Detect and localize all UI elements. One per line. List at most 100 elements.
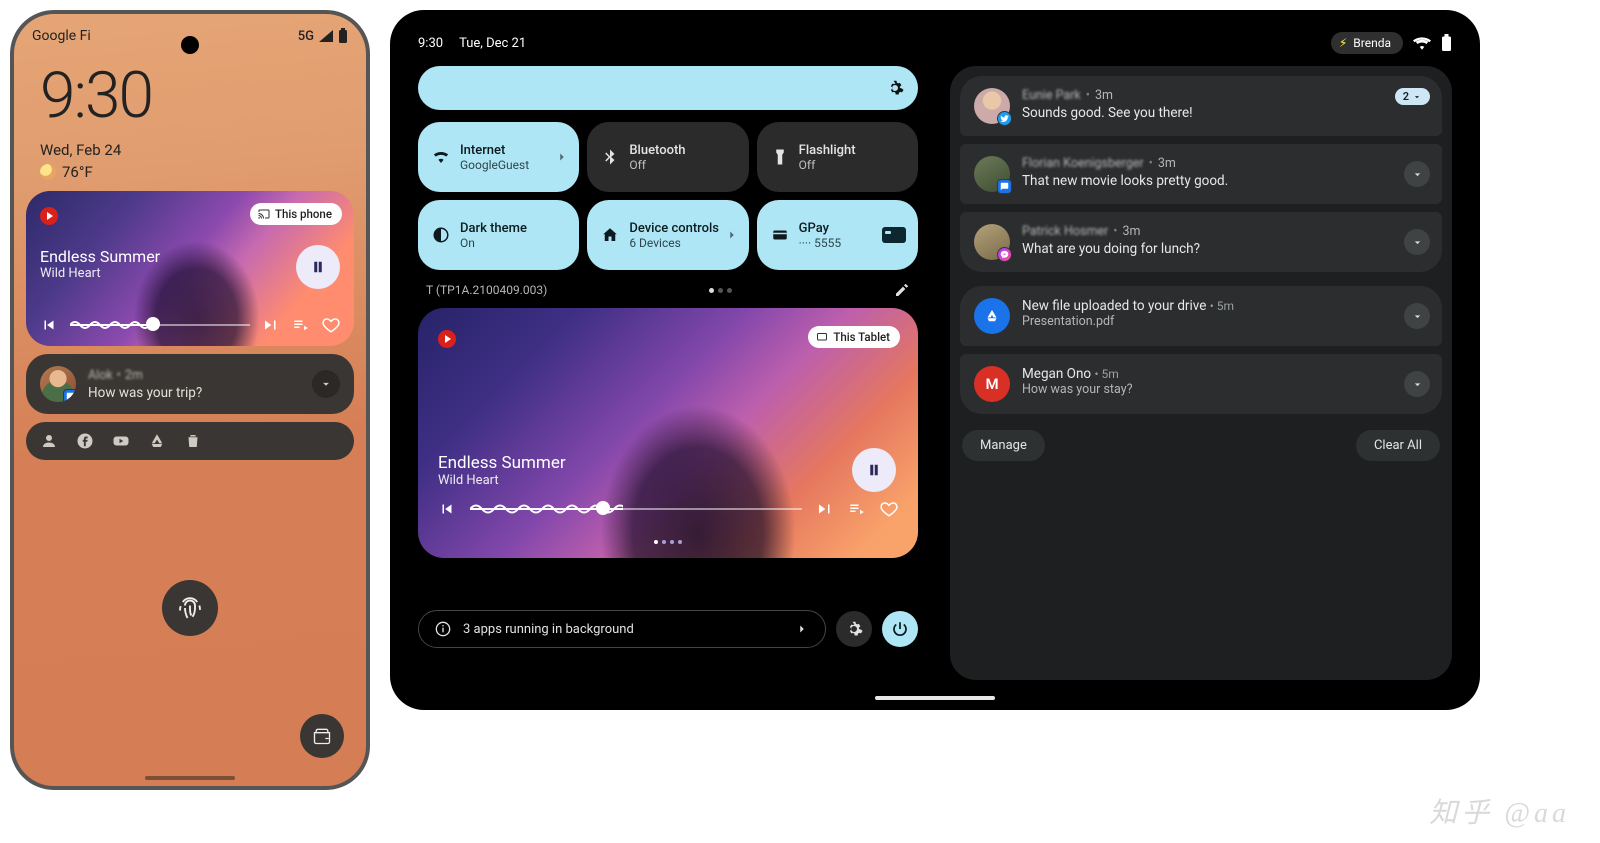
output-chip-label: This Tablet (833, 330, 890, 344)
signal-icon (318, 29, 334, 43)
expand-button[interactable] (1404, 161, 1430, 187)
nav-pill[interactable] (145, 776, 235, 780)
chat-badge-icon (997, 179, 1012, 194)
output-chip[interactable]: This Tablet (808, 326, 900, 348)
lockscreen-date: Wed, Feb 24 (40, 141, 340, 159)
track-title: Endless Summer (438, 453, 898, 473)
output-chip-label: This phone (275, 207, 332, 221)
queue-button[interactable] (848, 500, 866, 518)
queue-button[interactable] (292, 316, 310, 334)
build-number: T (TP1A.2100409.003) (426, 283, 547, 297)
youtube-music-icon (40, 207, 58, 225)
expand-button[interactable] (1404, 303, 1430, 329)
fingerprint-button[interactable] (162, 580, 218, 636)
messages-badge-icon (63, 389, 76, 402)
bolt-icon: ⚡︎ (1339, 36, 1347, 50)
drive-file-name: Presentation.pdf (1022, 314, 1388, 329)
flashlight-icon (771, 148, 789, 166)
youtube-music-icon (438, 330, 456, 348)
power-button[interactable] (882, 611, 918, 647)
brightness-settings-icon[interactable] (886, 79, 904, 97)
tile-gpay[interactable]: GPay···· 5555 (757, 200, 918, 270)
seek-bar[interactable] (70, 318, 250, 332)
notification-card[interactable]: Patrick Hosmer•3m What are you doing for… (960, 212, 1442, 272)
profile-icon (40, 432, 58, 450)
track-artist: Wild Heart (40, 266, 340, 281)
phone-frame: Google Fi 5G 9:30 Wed, Feb 24 76°F (10, 10, 370, 790)
info-icon (435, 621, 451, 637)
battery-icon (338, 28, 348, 44)
clear-all-button[interactable]: Clear All (1356, 430, 1440, 461)
track-title: Endless Summer (40, 247, 340, 266)
next-track-button[interactable] (816, 500, 834, 518)
sender-avatar (40, 366, 76, 402)
media-page-dots (654, 540, 682, 544)
manage-notifications-button[interactable]: Manage (962, 430, 1045, 461)
notification-card[interactable]: Florian Koenigsberger•3m That new movie … (960, 144, 1442, 204)
tile-internet[interactable]: InternetGoogleGuest (418, 122, 579, 192)
sender-avatar (974, 88, 1010, 124)
seek-bar[interactable] (470, 502, 802, 516)
background-apps-label: 3 apps running in background (463, 622, 634, 637)
notification-card-phone[interactable]: Alok•2m How was your trip? (26, 354, 354, 414)
page-indicator (709, 288, 732, 293)
mail-body: How was your stay? (1022, 382, 1388, 397)
notif-body: How was your trip? (88, 385, 300, 401)
chevron-right-icon (555, 150, 569, 164)
output-chip[interactable]: This phone (250, 203, 342, 225)
wifi-icon (432, 148, 450, 166)
media-card-phone[interactable]: This phone Endless Summer Wild Heart (26, 191, 354, 346)
background-apps-pill[interactable]: 3 apps running in background (418, 610, 826, 648)
favorite-button[interactable] (322, 316, 340, 334)
wallet-button[interactable] (300, 714, 344, 758)
delete-icon (184, 432, 202, 450)
drive-app-icon (974, 298, 1010, 334)
tablet-icon (816, 331, 828, 343)
status-time: 9:30 (418, 36, 443, 51)
lockscreen-temp: 76°F (62, 163, 93, 181)
user-switch-button[interactable]: ⚡︎ Brenda (1331, 32, 1403, 54)
sender-name: Alok (88, 368, 113, 383)
carrier-label: Google Fi (32, 28, 91, 44)
notification-tray[interactable] (26, 422, 354, 460)
expand-button[interactable] (312, 370, 340, 398)
tablet-statusbar: 9:30 Tue, Dec 21 ⚡︎ Brenda (408, 24, 1462, 66)
tile-device-controls[interactable]: Device controls6 Devices (587, 200, 748, 270)
expand-button[interactable] (1404, 371, 1430, 397)
drive-icon (148, 432, 166, 450)
tile-flashlight[interactable]: FlashlightOff (757, 122, 918, 192)
brightness-slider[interactable] (418, 66, 918, 110)
expand-button[interactable] (1404, 229, 1430, 255)
wifi-icon (1413, 36, 1431, 50)
next-track-button[interactable] (262, 316, 280, 334)
weather-icon (40, 164, 56, 180)
favorite-button[interactable] (880, 500, 898, 518)
media-card-tablet[interactable]: This Tablet Endless Summer Wild Heart (418, 308, 918, 558)
group-count-pill[interactable]: 2 (1395, 88, 1430, 105)
chevron-right-icon (795, 622, 809, 636)
tile-dark-theme[interactable]: Dark themeOn (418, 200, 579, 270)
twitter-badge-icon (997, 111, 1012, 126)
home-icon (601, 226, 619, 244)
user-name: Brenda (1353, 36, 1391, 50)
cast-icon (258, 208, 270, 220)
tile-bluetooth[interactable]: BluetoothOff (587, 122, 748, 192)
lockscreen-clock: 9:30 (14, 48, 366, 137)
edit-tiles-button[interactable] (894, 282, 910, 298)
network-type: 5G (298, 29, 314, 44)
notif-time: 2m (125, 368, 143, 383)
notification-card[interactable]: Eunie Park•3m Sounds good. See you there… (960, 76, 1442, 136)
chevron-right-icon (725, 228, 739, 242)
tablet-frame: 9:30 Tue, Dec 21 ⚡︎ Brenda (390, 10, 1480, 710)
nav-pill[interactable] (875, 696, 995, 700)
prev-track-button[interactable] (438, 500, 456, 518)
prev-track-button[interactable] (40, 316, 58, 334)
camera-punchhole (181, 36, 199, 54)
battery-icon (1441, 34, 1452, 52)
youtube-icon (112, 432, 130, 450)
notification-card-mail[interactable]: M Megan Ono • 5m How was your stay? (960, 354, 1442, 414)
messenger-badge-icon (997, 247, 1012, 262)
notification-card-drive[interactable]: New file uploaded to your drive • 5m Pre… (960, 286, 1442, 346)
notifications-panel: Eunie Park•3m Sounds good. See you there… (950, 66, 1452, 680)
settings-button[interactable] (836, 611, 872, 647)
